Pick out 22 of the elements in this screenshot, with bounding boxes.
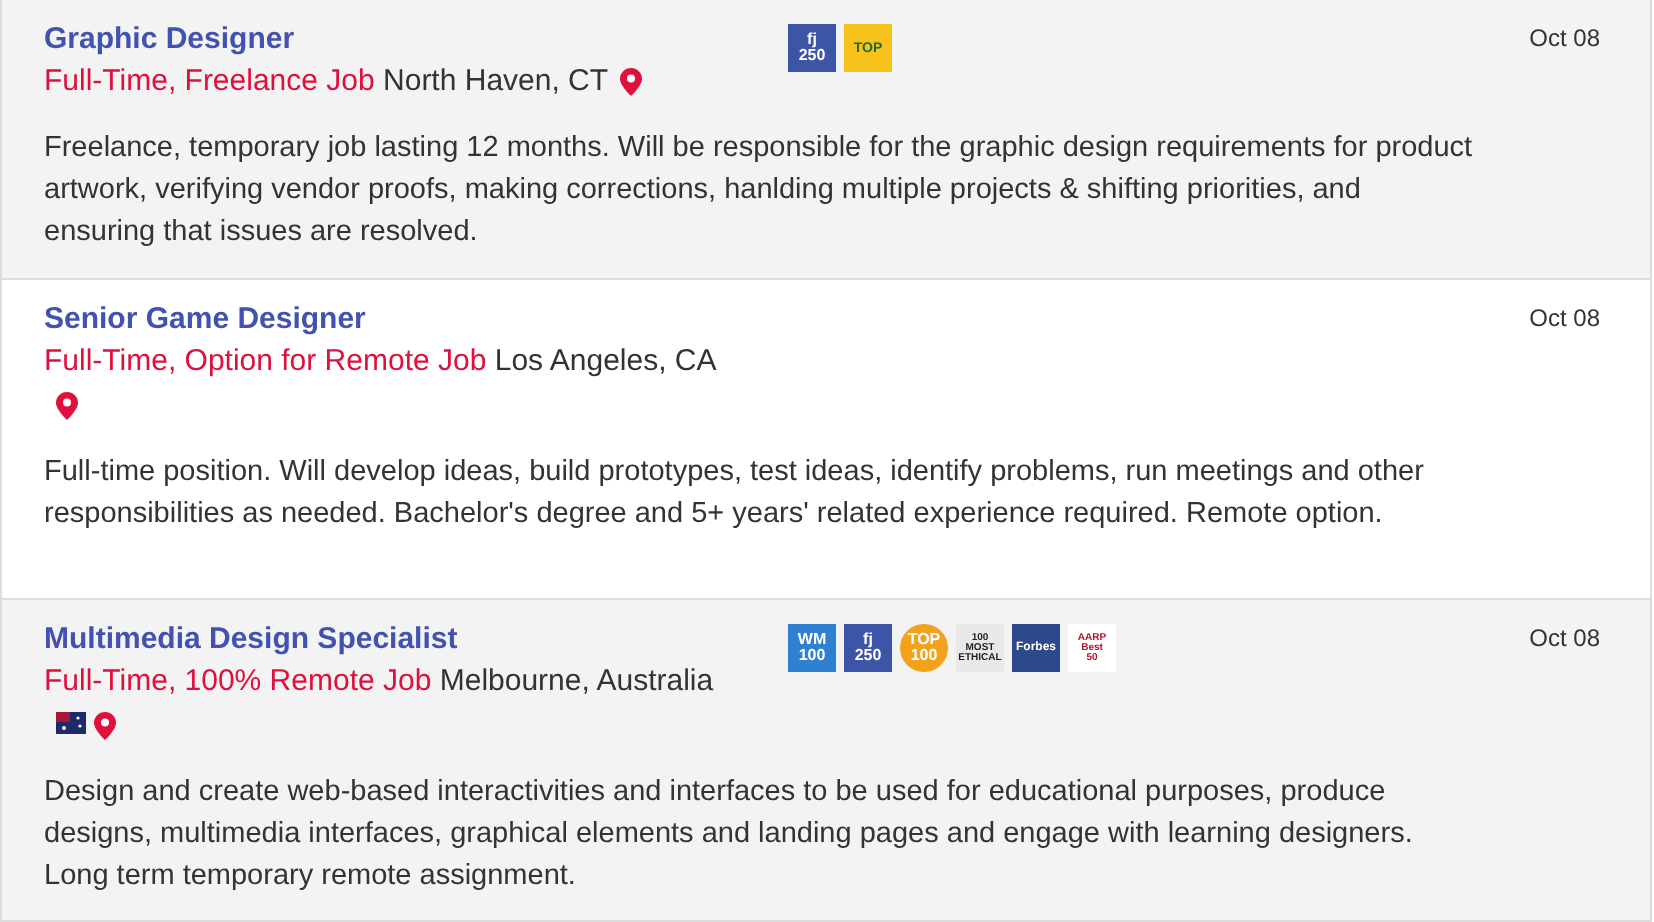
job-type: Full-Time, Option for Remote Job [44,344,487,378]
location-pin-icon [94,712,116,741]
post-date: Oct 08 [1529,302,1600,336]
location-pin-icon [620,68,643,97]
job-title-link[interactable]: Multimedia Design Specialist [44,618,458,660]
job-location: Los Angeles, CA [494,344,717,378]
job-title-link[interactable]: Senior Game Designer [44,298,366,340]
post-date: Oct 08 [1529,22,1600,56]
job-description: Full-time position. Will develop ideas, build prototypes, test ideas, identify problems, run meetings and other responsibilities as needed. Bachelor's degree and 5+ years' related experience required. Remote option. [44,454,1426,534]
award-badge: TOP 100 [900,624,948,672]
award-badge: WM 100 [788,624,836,672]
award-badge: fj 250 [844,624,892,672]
job-location: Melbourne, Australia [439,664,714,698]
job-title-link[interactable]: Graphic Designer [44,18,295,60]
job-type: Full-Time, Freelance Job [44,64,375,98]
award-badge: fj 250 [788,24,836,72]
job-type: Full-Time, 100% Remote Job [44,664,432,698]
job-location: North Haven, CT [383,64,609,98]
location-pin-icon [56,392,78,421]
job-description: Freelance, temporary job lasting 12 months. Will be responsible for the graphic design requirements for product artwork, verifying vendor proofs, making corrections, hanlding multiple projects & shifting priorities, and ensuring that issues are resolved. [44,130,1474,252]
job-description: Design and create web-based interactivities and interfaces to be used for educational purposes, produce designs, multimedia interfaces, graphical elements and landing pages and engage with learning designers. Long term temporary remote assignment. [44,774,1415,896]
post-date: Oct 08 [1529,622,1600,656]
